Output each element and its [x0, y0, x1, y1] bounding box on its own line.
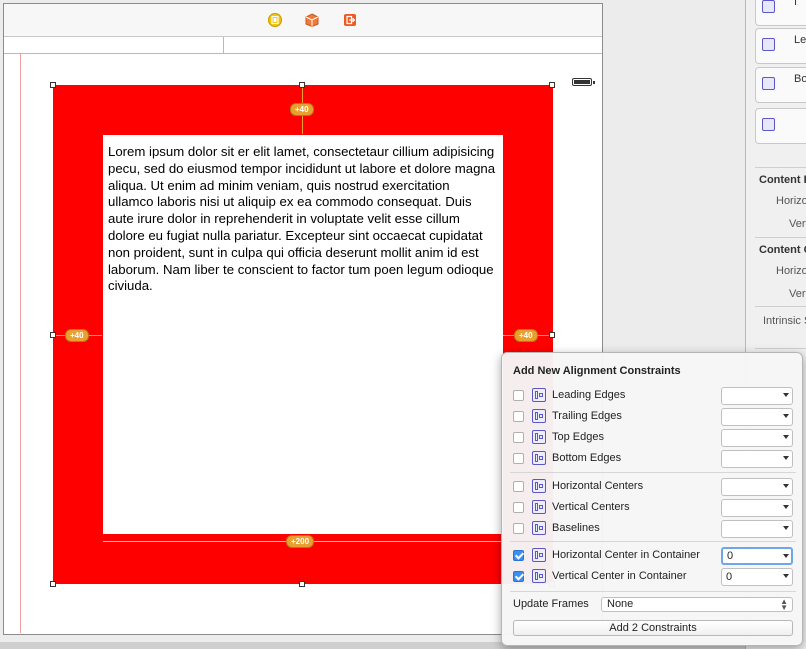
divider	[755, 237, 806, 238]
bottom-constraint-badge[interactable]: +200	[286, 535, 315, 548]
horizontal-centers-checkbox[interactable]	[513, 481, 524, 492]
horizontal-center-in-container-checkbox[interactable]	[513, 550, 524, 561]
update-frames-select[interactable]: None ▲ ▼	[601, 597, 793, 612]
battery-icon	[572, 78, 595, 86]
constraint-label: Leading Edges	[552, 389, 626, 401]
first-responder-icon[interactable]	[305, 13, 319, 27]
constraint-row-top-edges: Top Edges	[502, 429, 802, 447]
content-hugging-heading: Content H	[759, 174, 806, 186]
constraint-row-horizontal-centers: Horizontal Centers	[502, 478, 802, 496]
library-object-icon	[762, 118, 775, 131]
chevron-down-icon[interactable]	[783, 414, 789, 418]
constraint-label: Horizontal Centers	[552, 480, 644, 492]
vertical-center-in-container-icon	[532, 569, 546, 583]
add-constraints-button[interactable]: Add 2 Constraints	[513, 620, 793, 636]
chevron-down-icon[interactable]	[783, 435, 789, 439]
chevron-down-icon[interactable]	[783, 393, 789, 397]
compression-vertical[interactable]: Verti	[789, 288, 806, 300]
library-object-icon	[762, 0, 775, 13]
resize-handle[interactable]	[50, 581, 56, 587]
leading-constraint-badge[interactable]: +40	[65, 329, 89, 342]
constraint-label: Top Edges	[552, 431, 604, 443]
chevron-down-icon[interactable]	[783, 554, 789, 558]
trailing-constraint-badge[interactable]: +40	[514, 329, 538, 342]
library-object-icon	[762, 38, 775, 51]
constraint-label: Baselines	[552, 522, 600, 534]
up-down-arrows-icon: ▲ ▼	[780, 597, 788, 612]
bottom-edges-icon	[532, 451, 546, 465]
text-view-content: Lorem ipsum dolor sit er elit lamet, con…	[108, 144, 496, 294]
leading-edges-checkbox[interactable]	[513, 390, 524, 401]
popover-title: Add New Alignment Constraints	[513, 365, 681, 377]
resize-handle[interactable]	[299, 581, 305, 587]
constraint-row-vertical-center-in-container: Vertical Center in Container 0	[502, 568, 802, 586]
chevron-down-icon[interactable]	[783, 505, 789, 509]
constraint-label: Vertical Centers	[552, 501, 630, 513]
bottom-edges-checkbox[interactable]	[513, 453, 524, 464]
layout-margin-left	[20, 53, 21, 633]
content-hugging-horizontal[interactable]: Horizo	[776, 195, 806, 207]
chevron-down-icon[interactable]	[783, 574, 789, 578]
exit-icon[interactable]	[343, 13, 357, 27]
library-item-label: Lea	[794, 34, 806, 46]
library-item-label: Bo	[794, 73, 806, 85]
horizontal-centers-icon	[532, 479, 546, 493]
update-frames-value: None	[607, 598, 634, 610]
layout-guide-top	[4, 53, 602, 54]
library-item[interactable]	[755, 108, 806, 144]
top-edges-icon	[532, 430, 546, 444]
leading-edges-icon	[532, 388, 546, 402]
constraint-row-bottom-edges: Bottom Edges	[502, 450, 802, 468]
constraint-row-trailing-edges: Trailing Edges	[502, 408, 802, 426]
vertical-center-in-container-checkbox[interactable]	[513, 571, 524, 582]
baselines-icon	[532, 521, 546, 535]
chevron-down-icon[interactable]	[783, 484, 789, 488]
baselines-checkbox[interactable]	[513, 523, 524, 534]
compression-horizontal[interactable]: Horizo	[776, 265, 806, 277]
top-constraint-badge[interactable]: +40	[290, 103, 314, 116]
chevron-down-icon[interactable]	[783, 456, 789, 460]
trailing-edges-icon	[532, 409, 546, 423]
resize-handle[interactable]	[549, 82, 555, 88]
constraint-row-horizontal-center-in-container: Horizontal Center in Container 0	[502, 547, 802, 565]
divider	[755, 306, 806, 307]
text-view[interactable]: Lorem ipsum dolor sit er elit lamet, con…	[103, 135, 503, 534]
separator	[510, 591, 796, 592]
constraint-row-vertical-centers: Vertical Centers	[502, 499, 802, 517]
library-object-icon	[762, 77, 775, 90]
top-edges-checkbox[interactable]	[513, 432, 524, 443]
alignment-constraints-popover: Add New Alignment Constraints Leading Ed…	[501, 352, 803, 646]
constraint-label: Bottom Edges	[552, 452, 622, 464]
constraint-label: Vertical Center in Container	[552, 570, 687, 582]
separator	[510, 541, 796, 542]
view-controller-icon[interactable]	[268, 13, 282, 27]
constraint-row-leading-edges: Leading Edges	[502, 387, 802, 405]
vertical-centers-icon	[532, 500, 546, 514]
intrinsic-size-label[interactable]: Intrinsic S	[763, 315, 806, 327]
compression-resistance-heading: Content C	[759, 244, 806, 256]
constraint-label: Horizontal Center in Container	[552, 549, 700, 561]
resize-handle[interactable]	[50, 82, 56, 88]
library-item[interactable]: I	[755, 0, 806, 26]
separator	[510, 472, 796, 473]
divider	[755, 348, 806, 349]
vertical-centers-checkbox[interactable]	[513, 502, 524, 513]
library-item[interactable]: Lea	[755, 28, 806, 64]
resize-handle[interactable]	[549, 332, 555, 338]
scene-dock	[4, 4, 602, 37]
update-frames-label: Update Frames	[513, 598, 589, 610]
content-hugging-vertical[interactable]: Verti	[789, 218, 806, 230]
constraint-label: Trailing Edges	[552, 410, 622, 422]
layout-guide-mark	[223, 37, 224, 53]
trailing-edges-checkbox[interactable]	[513, 411, 524, 422]
divider	[755, 167, 806, 168]
chevron-down-icon[interactable]	[783, 526, 789, 530]
constraint-row-baselines: Baselines	[502, 520, 802, 538]
horizontal-center-in-container-icon	[532, 548, 546, 562]
library-item-label: I	[794, 0, 798, 8]
library-item[interactable]: Bo	[755, 67, 806, 103]
